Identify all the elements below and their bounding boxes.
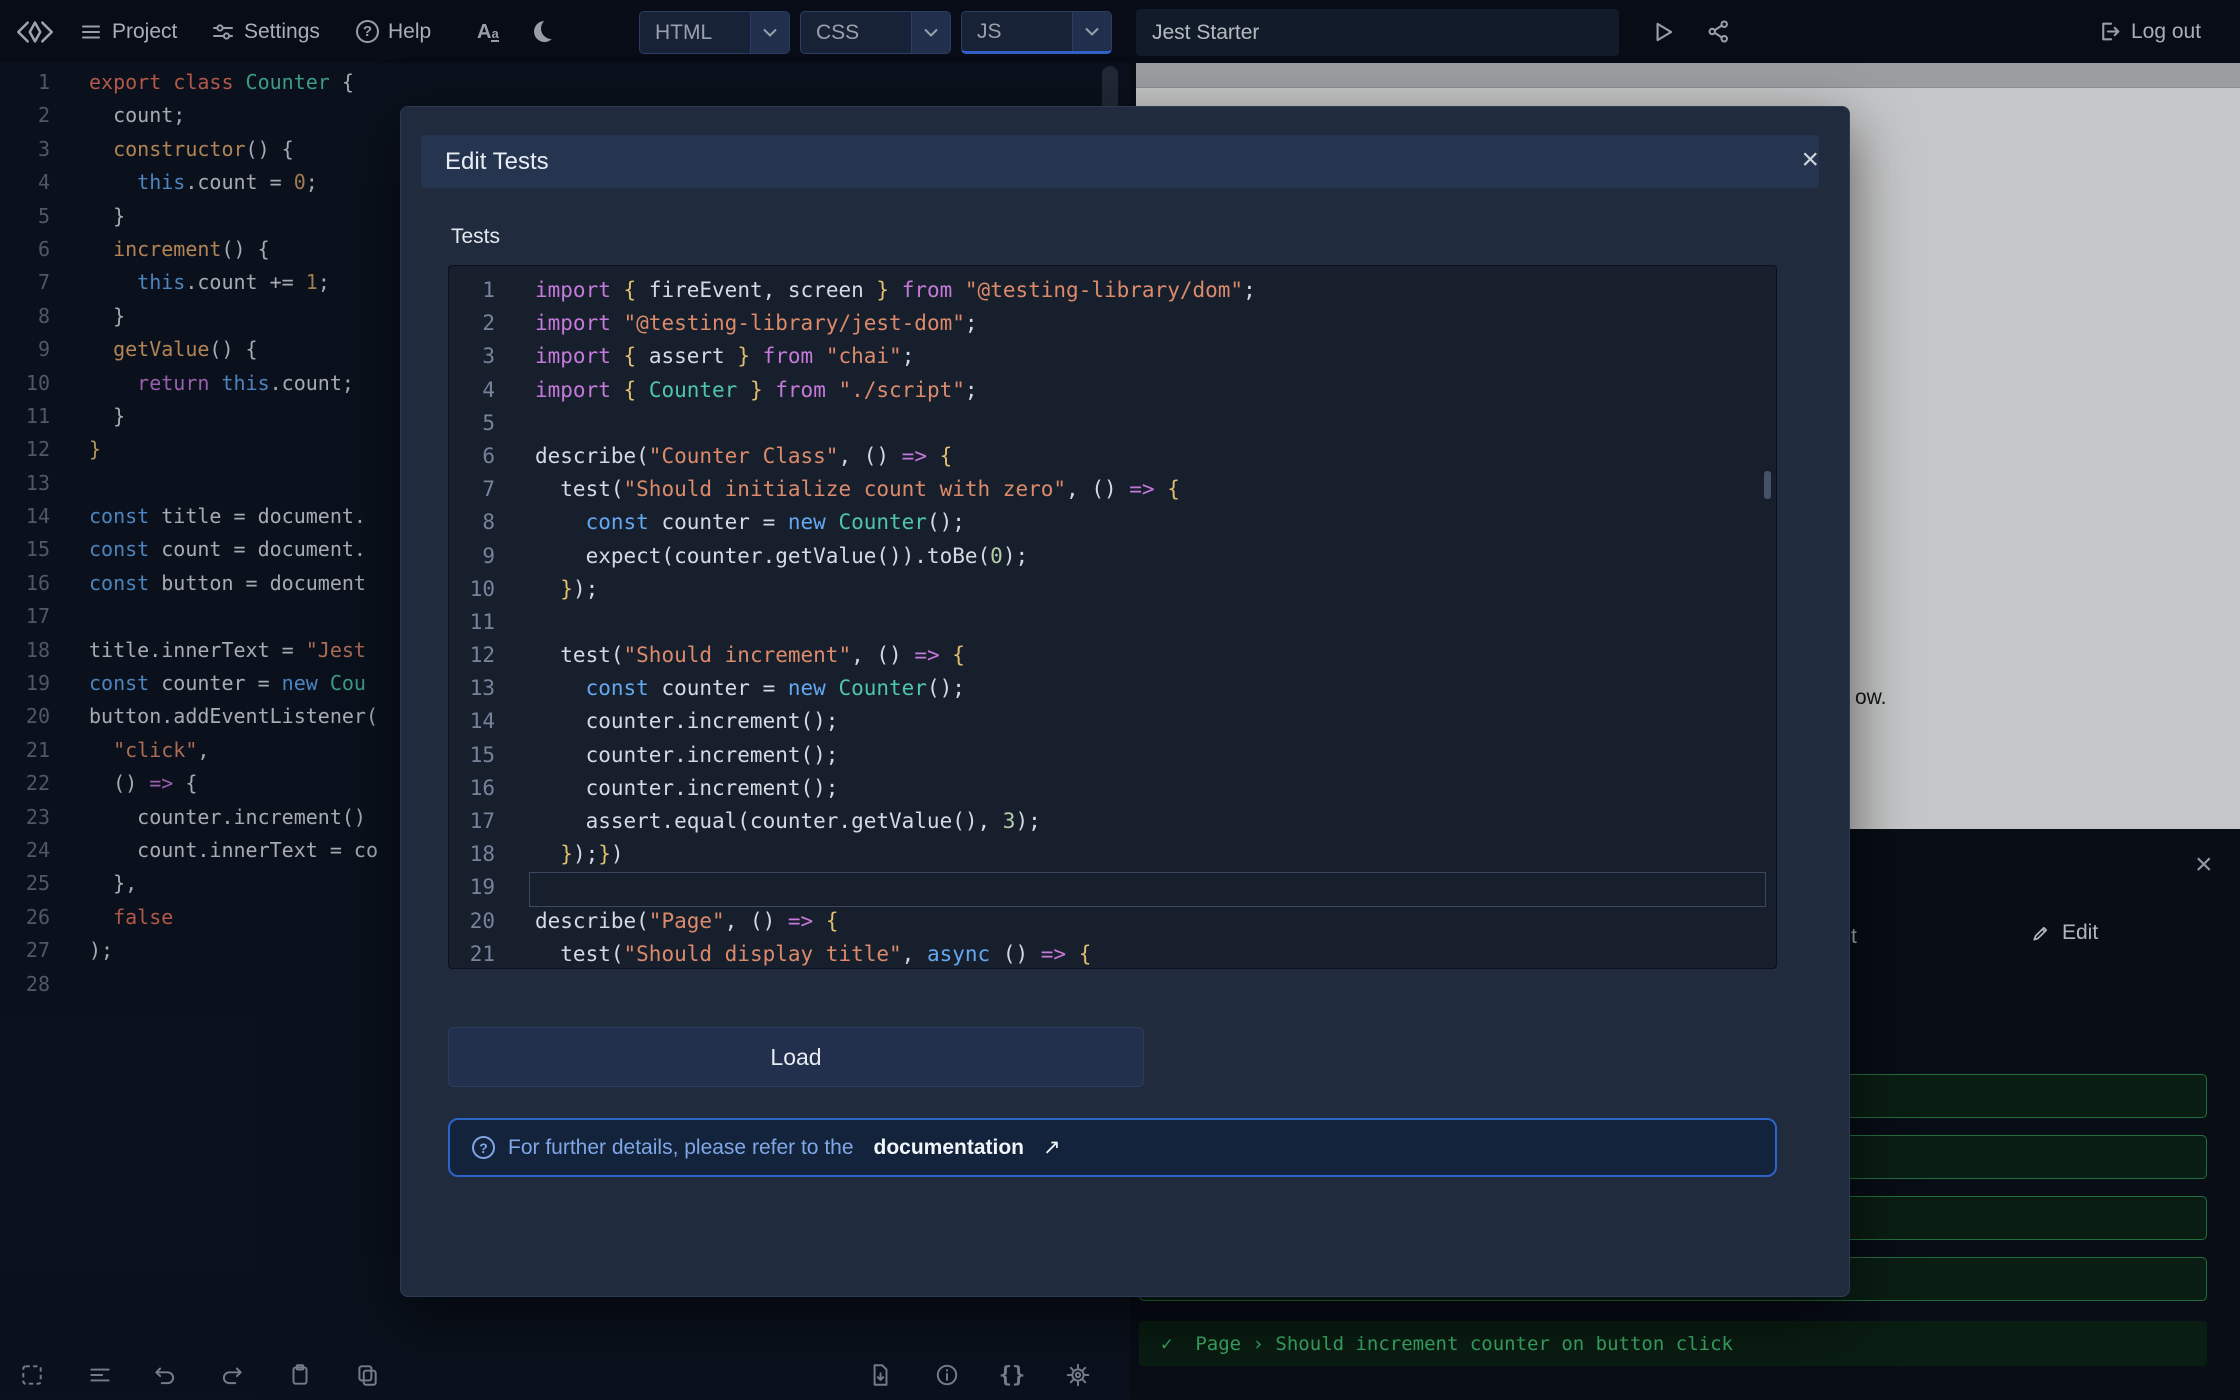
load-button-label: Load: [770, 1044, 821, 1071]
current-line-highlight: [529, 872, 1766, 907]
external-link-arrow-icon: ↗: [1043, 1135, 1061, 1160]
code-line: 5: [449, 407, 1776, 440]
line-number: 13: [449, 672, 495, 705]
line-number: 6: [449, 440, 495, 473]
code-line: 20describe("Page", () => {: [449, 905, 1776, 938]
code-line: 12 test("Should increment", () => {: [449, 639, 1776, 672]
line-number: 10: [449, 573, 495, 606]
line-number: 14: [449, 705, 495, 738]
code-line: 6describe("Counter Class", () => {: [449, 440, 1776, 473]
line-number: 20: [449, 905, 495, 938]
banner-text: For further details, please refer to the: [508, 1136, 854, 1160]
line-number: 11: [449, 606, 495, 639]
line-number: 5: [449, 407, 495, 440]
info-circle-icon: ?: [472, 1136, 495, 1159]
line-number: 8: [449, 506, 495, 539]
code-line: 17 assert.equal(counter.getValue(), 3);: [449, 805, 1776, 838]
code-line: 7 test("Should initialize count with zer…: [449, 473, 1776, 506]
documentation-link[interactable]: documentation: [874, 1136, 1025, 1160]
documentation-banner: ? For further details, please refer to t…: [448, 1118, 1777, 1177]
code-line: 13 const counter = new Counter();: [449, 672, 1776, 705]
code-line: 16 counter.increment();: [449, 772, 1776, 805]
line-number: 16: [449, 772, 495, 805]
tests-section-label: Tests: [451, 225, 500, 249]
edit-tests-modal: Edit Tests × Tests 1import { fireEvent, …: [400, 106, 1850, 1297]
code-line: 4import { Counter } from "./script";: [449, 374, 1776, 407]
line-number: 3: [449, 340, 495, 373]
modal-header: Edit Tests: [421, 135, 1819, 188]
tests-editor-scrollbar[interactable]: [1764, 471, 1771, 499]
line-number: 1: [449, 274, 495, 307]
line-number: 21: [449, 938, 495, 969]
code-line: 3import { assert } from "chai";: [449, 340, 1776, 373]
tests-code-editor[interactable]: 1import { fireEvent, screen } from "@tes…: [448, 265, 1777, 969]
code-line: 8 const counter = new Counter();: [449, 506, 1776, 539]
load-button[interactable]: Load: [448, 1027, 1144, 1087]
modal-title: Edit Tests: [421, 148, 549, 176]
code-line: 1import { fireEvent, screen } from "@tes…: [449, 274, 1776, 307]
line-number: 2: [449, 307, 495, 340]
code-line: 14 counter.increment();: [449, 705, 1776, 738]
code-line: 9 expect(counter.getValue()).toBe(0);: [449, 540, 1776, 573]
line-number: 15: [449, 739, 495, 772]
line-number: 7: [449, 473, 495, 506]
line-number: 17: [449, 805, 495, 838]
code-line: 15 counter.increment();: [449, 739, 1776, 772]
line-number: 18: [449, 838, 495, 871]
line-number: 9: [449, 540, 495, 573]
code-line: 18 });}): [449, 838, 1776, 871]
line-number: 4: [449, 374, 495, 407]
tests-code-lines: 1import { fireEvent, screen } from "@tes…: [449, 266, 1776, 969]
code-line: 21 test("Should display title", async ()…: [449, 938, 1776, 969]
code-line: 2import "@testing-library/jest-dom";: [449, 307, 1776, 340]
app-root: Project Settings ? Help Aa HTML: [0, 0, 2240, 1400]
code-line: 11: [449, 606, 1776, 639]
line-number: 19: [449, 871, 495, 904]
code-line: 10 });: [449, 573, 1776, 606]
modal-close-icon[interactable]: ×: [1801, 145, 1819, 175]
line-number: 12: [449, 639, 495, 672]
